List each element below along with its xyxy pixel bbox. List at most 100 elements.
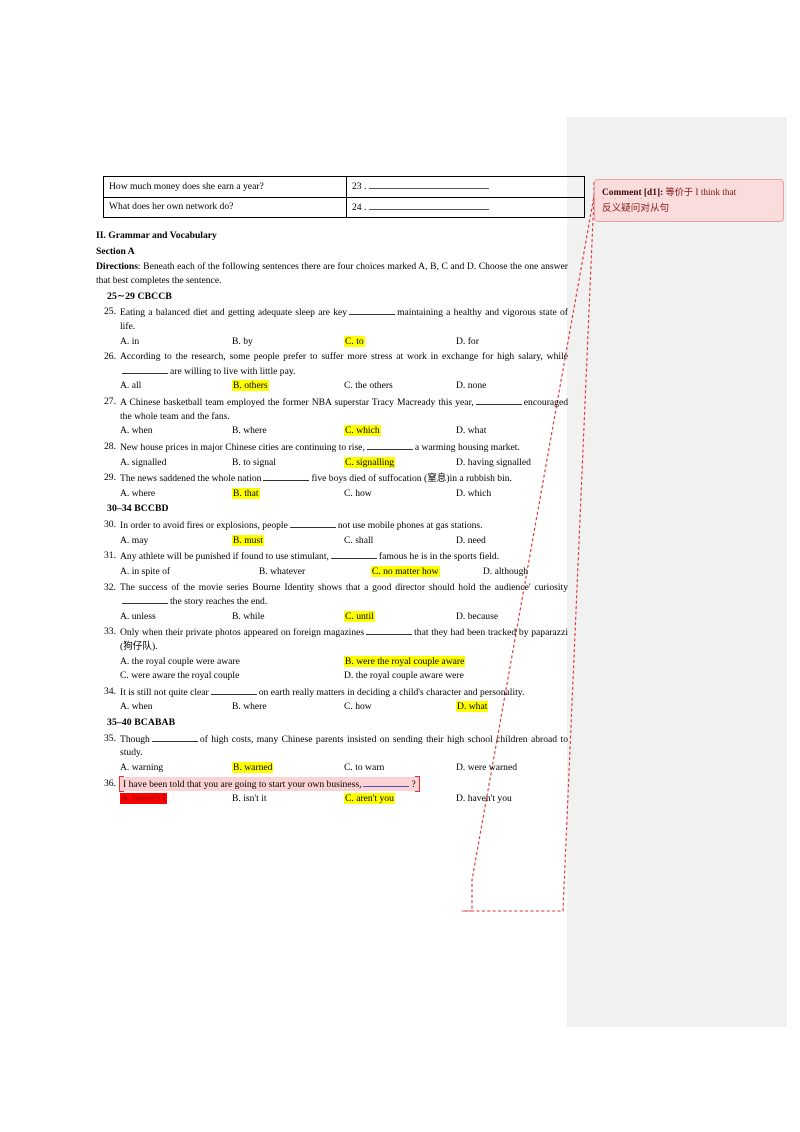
option-label: B. warned <box>232 762 274 774</box>
answer-gap <box>366 440 413 450</box>
option-b[interactable]: B. others <box>232 379 344 393</box>
comment-text-en: I think that <box>695 188 737 198</box>
question-number: 32. <box>104 581 116 593</box>
option-label: C. how <box>344 701 372 713</box>
option-a[interactable]: A. when <box>120 424 232 438</box>
option-b[interactable]: B. to signal <box>232 456 344 470</box>
question-stem-part-a: Any athlete will be punished if found to… <box>120 551 329 563</box>
option-label: D. having signalled <box>456 456 531 468</box>
option-d[interactable]: D. although <box>483 565 528 579</box>
option-b[interactable]: B. warned <box>232 761 344 775</box>
option-b[interactable]: B. where <box>232 700 344 714</box>
comment-balloon[interactable]: Comment [d1]: 等价于 I think that · · · · ·… <box>594 179 784 223</box>
option-label: A. the royal couple were aware <box>120 655 240 667</box>
option-label: D. were warned <box>456 762 517 774</box>
option-a[interactable]: A. may <box>120 534 232 548</box>
answer-gap <box>366 625 413 636</box>
option-b[interactable]: B. were the royal couple aware <box>344 655 568 669</box>
option-label: A. signalled <box>120 456 167 468</box>
option-row: A. where B. that C. how D. which <box>120 487 568 501</box>
question-stem-part-b: are willing to live with little pay. <box>170 365 296 377</box>
option-d[interactable]: D. because <box>456 610 568 624</box>
option-d[interactable]: D. which <box>456 487 568 501</box>
question-stem-part-b: a warming housing market. <box>414 441 520 453</box>
question-stem: In order to avoid fires or explosions, p… <box>120 518 568 533</box>
question-stem-part-a: It is still not quite clear <box>120 686 209 698</box>
option-d[interactable]: D. what <box>456 424 568 438</box>
comment-line2-text: 反义疑问对从句 <box>602 202 670 214</box>
option-label: A. warning <box>120 762 164 774</box>
commented-text-range[interactable]: I have been told that you are going to s… <box>119 775 420 792</box>
option-c[interactable]: C. how <box>344 487 456 501</box>
option-label: D. what <box>456 701 489 713</box>
option-label: C. which <box>344 425 381 437</box>
option-c[interactable]: C. shall <box>344 534 456 548</box>
option-b[interactable]: B. while <box>232 610 344 624</box>
option-row: A. the royal couple were aware B. were t… <box>120 655 568 669</box>
option-d[interactable]: D. haven't you <box>456 792 568 806</box>
option-b[interactable]: B. isn't it <box>232 792 344 806</box>
question-stem: Though of high costs, many Chinese parent… <box>120 732 568 760</box>
option-label: B. by <box>232 335 253 347</box>
table-cell-answer: 23 . <box>346 176 585 198</box>
question-item: 32. The success of the movie series Bour… <box>96 581 568 624</box>
option-label: C. how <box>344 487 372 499</box>
question-item-commented: 36. I have been told that you are going … <box>96 775 568 806</box>
option-a[interactable]: A. in <box>120 335 232 349</box>
option-d[interactable]: D. for <box>456 335 568 349</box>
option-a[interactable]: A. signalled <box>120 456 232 470</box>
option-c[interactable]: C. how <box>344 700 456 714</box>
document-body: How much money does she earn a year? 23 … <box>96 176 585 806</box>
question-stem: New house prices in major Chinese cities… <box>120 440 568 455</box>
option-row: A. may B. must C. shall D. need <box>120 534 568 548</box>
option-label: B. must <box>232 534 264 546</box>
option-c[interactable]: C. the others <box>344 379 456 393</box>
option-d[interactable]: D. what <box>456 700 568 714</box>
option-b[interactable]: B. must <box>232 534 344 548</box>
option-a[interactable]: A. warning <box>120 761 232 775</box>
option-a[interactable]: A. unless <box>120 610 232 624</box>
table-cell-answer: 24 . <box>346 196 585 219</box>
answer-blank-line[interactable] <box>369 200 490 210</box>
option-b[interactable]: B. by <box>232 335 344 349</box>
option-c[interactable]: C. aren't you <box>344 792 456 806</box>
option-label: B. others <box>232 380 269 392</box>
option-a[interactable]: A. when <box>120 700 232 714</box>
option-d[interactable]: D. none <box>456 379 568 393</box>
option-c[interactable]: C. to <box>344 335 456 349</box>
question-number: 36. <box>104 777 116 789</box>
option-d[interactable]: D. the royal couple aware were <box>344 669 568 683</box>
question-stem: Only when their private photos appeared … <box>120 625 568 653</box>
option-c[interactable]: C. until <box>344 610 456 624</box>
option-b[interactable]: B. that <box>232 487 344 501</box>
option-d[interactable]: D. need <box>456 534 568 548</box>
question-item: 34. It is still not quite clear on earth … <box>96 685 568 714</box>
option-a[interactable]: A. in spite of <box>120 565 259 579</box>
option-b[interactable]: B. where <box>232 424 344 438</box>
option-d[interactable]: D. having signalled <box>456 456 568 470</box>
option-label: B. to signal <box>232 456 276 468</box>
question-number: 27. <box>104 396 116 408</box>
option-a[interactable]: A. all <box>120 379 232 393</box>
option-c[interactable]: C. to warn <box>344 761 456 775</box>
option-c[interactable]: C. which <box>344 424 456 438</box>
option-a[interactable]: A. where <box>120 487 232 501</box>
question-item: 25. Eating a balanced diet and getting a… <box>96 305 568 348</box>
option-a[interactable]: A. the royal couple were aware <box>120 655 344 669</box>
table-cell-question: How much money does she earn a year? <box>103 176 347 198</box>
option-row: C. were aware the royal couple D. the ro… <box>120 669 568 683</box>
option-label: C. to warn <box>344 762 385 774</box>
option-a[interactable]: A. haven't I <box>120 792 232 806</box>
answer-gap <box>122 364 168 374</box>
option-label: A. all <box>120 380 142 392</box>
answer-blank-line[interactable] <box>369 179 490 189</box>
option-label: B. were the royal couple aware <box>344 655 466 667</box>
option-c[interactable]: C. signalling <box>344 456 456 470</box>
option-label: C. signalling <box>344 456 396 468</box>
option-c[interactable]: C. were aware the royal couple <box>120 669 344 683</box>
option-label: C. until <box>344 610 375 622</box>
option-d[interactable]: D. were warned <box>456 761 568 775</box>
option-c[interactable]: C. no matter how <box>370 565 483 579</box>
option-b[interactable]: B. whatever <box>259 565 371 579</box>
option-label: D. the royal couple aware were <box>344 670 464 682</box>
